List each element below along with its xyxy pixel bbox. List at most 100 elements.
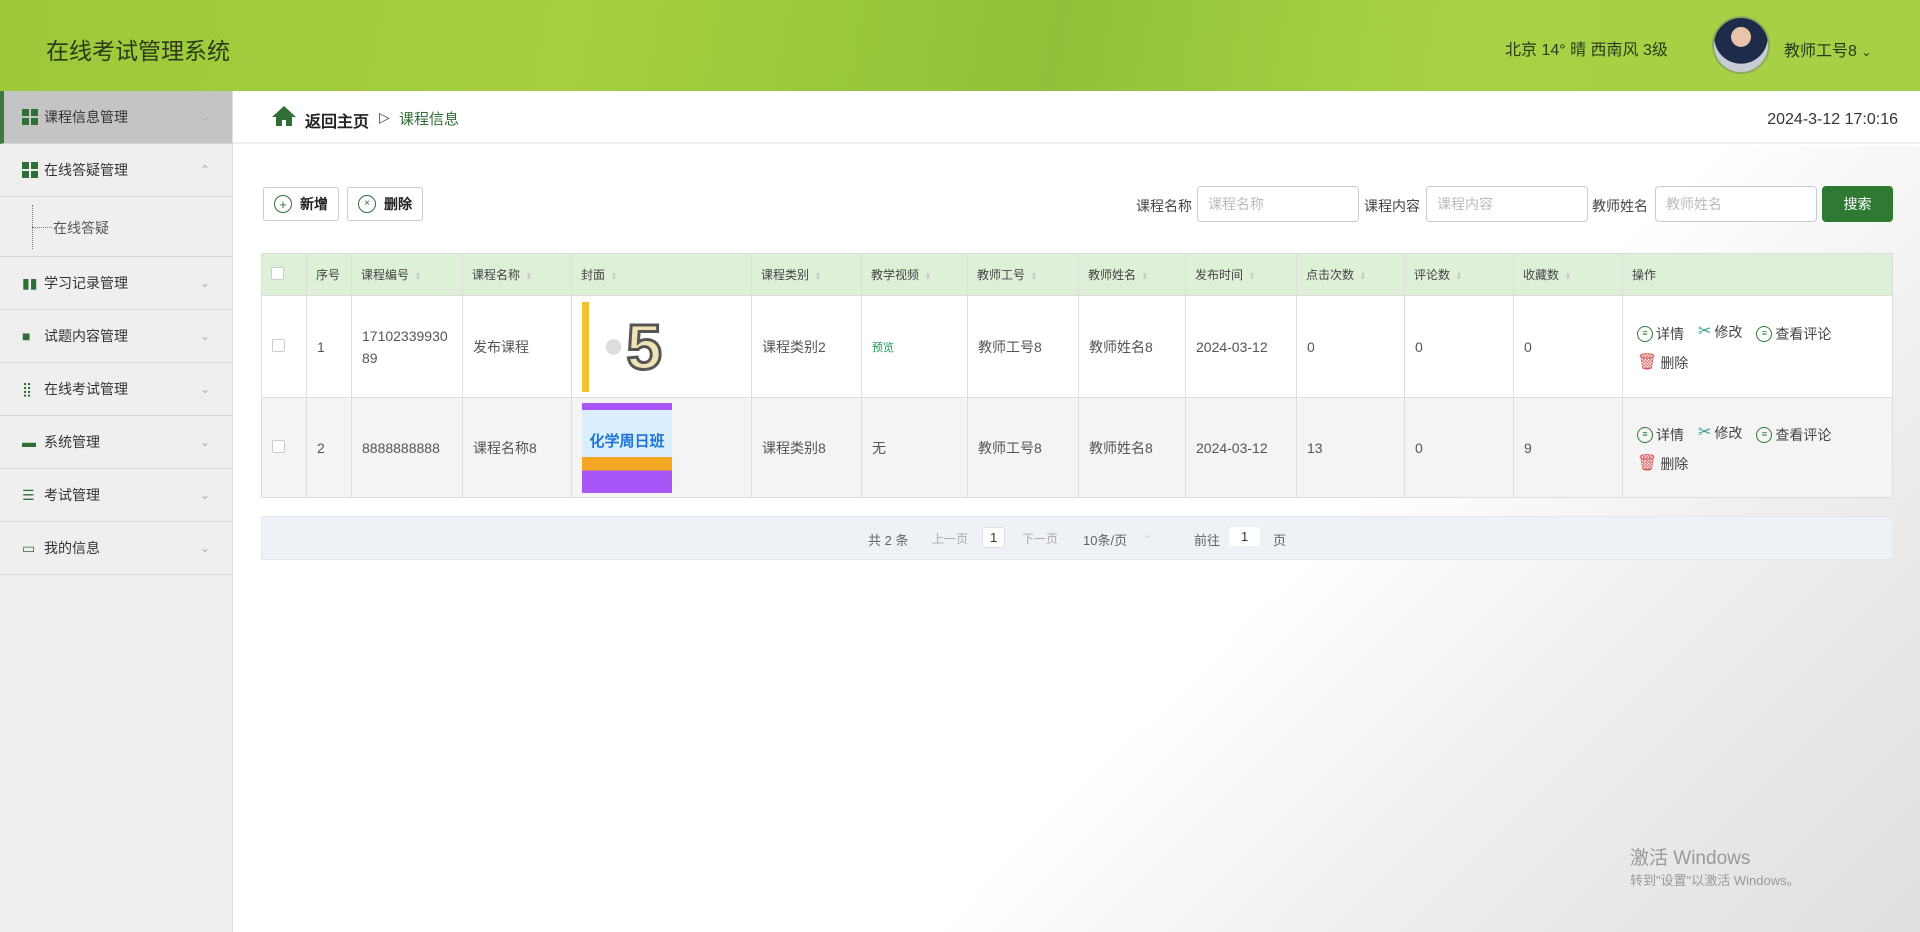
chevron-down-icon: ⌄ <box>1861 45 1872 59</box>
delete-button[interactable]: × 删除 <box>347 187 423 221</box>
cell-category: 课程类别2 <box>751 295 862 398</box>
row-delete-button[interactable]: 🗑 删除 <box>1637 450 1688 478</box>
briefcase-icon: ■ <box>22 328 31 344</box>
row-checkbox[interactable] <box>272 338 285 352</box>
sidebar-subitem-online-qa[interactable]: 在线答疑 <box>0 197 232 257</box>
col-date[interactable]: 发布时间 ⬍ <box>1185 253 1297 296</box>
view-comments-button[interactable]: ≡ 查看评论 <box>1756 320 1831 348</box>
sidebar-item-study-records[interactable]: ▮▮ 学习记录管理 ⌄ <box>0 257 232 310</box>
user-name: 教师工号8 <box>1784 43 1857 60</box>
grid-icon <box>22 109 38 125</box>
sidebar-item-system[interactable]: ▬ 系统管理 ⌄ <box>0 416 232 469</box>
chevron-down-icon: ⌄ <box>199 276 210 290</box>
chevron-down-icon: ⌄ <box>199 329 210 343</box>
cover-image[interactable]: 化学周日班 <box>582 402 672 493</box>
home-icon[interactable] <box>271 105 297 127</box>
detail-icon: ≡ <box>1637 325 1653 342</box>
cell-teacher-id: 教师工号8 <box>967 295 1079 398</box>
teacher-name-input[interactable] <box>1655 186 1817 222</box>
goto-page-input[interactable]: 1 <box>1229 527 1261 546</box>
col-name[interactable]: 课程名称 ⬍ <box>462 253 572 296</box>
comments-icon: ≡ <box>1756 325 1773 342</box>
breadcrumb-separator-icon: ▷ <box>379 109 390 125</box>
detail-button[interactable]: ≡ 详情 <box>1637 320 1684 348</box>
cover-image[interactable]: 5 <box>582 301 672 392</box>
sort-icon: ⬍ <box>610 271 618 281</box>
col-favorites[interactable]: 收藏数 ⬍ <box>1513 253 1623 296</box>
cell-favorites: 0 <box>1513 295 1623 398</box>
sidebar-item-label: 我的信息 <box>44 540 100 556</box>
sidebar-item-online-exam[interactable]: ⣿ 在线考试管理 ⌄ <box>0 363 232 416</box>
chevron-up-icon: ⌃ <box>199 163 210 177</box>
video-preview-link[interactable]: 预览 <box>872 342 894 354</box>
row-delete-button[interactable]: 🗑 删除 <box>1637 349 1688 377</box>
row-checkbox[interactable] <box>272 439 285 453</box>
teacher-name-label: 教师姓名 <box>1592 198 1648 214</box>
wrench-icon: ✂ <box>1698 423 1712 441</box>
table-row: 1 1710233993089 发布课程 5 课程类别2 预览 教师工号8 教师… <box>261 295 1893 398</box>
next-page-button[interactable]: 下一页 <box>1022 530 1058 547</box>
course-content-input[interactable] <box>1426 186 1588 222</box>
col-cover[interactable]: 封面 ⬍ <box>571 253 752 296</box>
sidebar-item-label: 系统管理 <box>44 434 100 450</box>
cell-index: 2 <box>306 397 352 498</box>
col-teacher-id[interactable]: 教师工号 ⬍ <box>967 253 1079 296</box>
sidebar-item-course-info[interactable]: 课程信息管理 ⌄ <box>0 91 232 144</box>
user-menu[interactable]: 教师工号8 ⌄ <box>1784 37 1871 61</box>
sidebar-item-exam[interactable]: ☰ 考试管理 ⌄ <box>0 469 232 522</box>
col-clicks[interactable]: 点击次数 ⬍ <box>1296 253 1405 296</box>
col-video[interactable]: 教学视频 ⬍ <box>861 253 968 296</box>
sort-icon: ⬍ <box>1141 271 1149 281</box>
breadcrumb-home-link[interactable]: 返回主页 <box>305 108 369 132</box>
windows-activation-watermark: 激活 Windows <box>1630 848 1751 869</box>
cell-category: 课程类别8 <box>751 397 862 498</box>
col-category[interactable]: 课程类别 ⬍ <box>751 253 862 296</box>
col-code[interactable]: 课程编号 ⬍ <box>351 253 463 296</box>
chevron-down-icon: ⌄ <box>199 435 210 449</box>
pagination: 共 2 条 上一页 1 下一页 10条/页 ⌄ 前往 1 页 <box>261 516 1893 560</box>
cell-date: 2024-03-12 <box>1185 397 1297 498</box>
sidebar-item-qa[interactable]: 在线答疑管理 ⌃ <box>0 144 232 197</box>
cell-date: 2024-03-12 <box>1185 295 1297 398</box>
apps-icon: ⣿ <box>22 381 33 397</box>
course-name-label: 课程名称 <box>1136 198 1192 214</box>
card-icon: ▭ <box>22 540 36 556</box>
cell-comments: 0 <box>1404 295 1514 398</box>
page-size-select[interactable]: 10条/页 <box>1083 530 1127 549</box>
sidebar: 课程信息管理 ⌄ 在线答疑管理 ⌃ 在线答疑 ▮▮ 学习记录管理 ⌄ ■ 试题内容管理 ⌄ … <box>0 91 233 932</box>
edit-button[interactable]: ✂ 修改 <box>1698 318 1742 346</box>
search-button[interactable]: 搜索 <box>1822 186 1893 222</box>
monitor-icon: ▬ <box>22 434 36 450</box>
course-table: 序号 课程编号 ⬍ 课程名称 ⬍ 封面 ⬍ 课程类别 ⬍ 教学视频 ⬍ 教师工号 ⬍ 教师姓… <box>261 253 1893 498</box>
course-name-input[interactable] <box>1197 186 1359 222</box>
view-comments-button[interactable]: ≡ 查看评论 <box>1756 421 1831 449</box>
col-comments[interactable]: 评论数 ⬍ <box>1404 253 1514 296</box>
add-button[interactable]: + 新增 <box>263 187 339 221</box>
page-number[interactable]: 1 <box>982 527 1006 548</box>
sidebar-item-questions[interactable]: ■ 试题内容管理 ⌄ <box>0 310 232 363</box>
sidebar-item-label: 课程信息管理 <box>44 109 128 125</box>
cell-video: 无 <box>861 397 968 498</box>
sort-icon: ⬍ <box>1564 271 1572 281</box>
chevron-down-icon: ⌄ <box>1143 530 1152 541</box>
avatar[interactable] <box>1712 16 1770 74</box>
edit-button[interactable]: ✂ 修改 <box>1698 419 1742 447</box>
close-circle-icon: × <box>358 195 376 213</box>
chevron-down-icon: ⌄ <box>199 488 210 502</box>
select-all-checkbox[interactable] <box>271 266 284 280</box>
sort-icon: ⬍ <box>1248 271 1256 281</box>
add-label: 新增 <box>300 196 328 212</box>
cell-name: 发布课程 <box>462 295 572 398</box>
detail-icon: ≡ <box>1637 426 1653 443</box>
menu-icon: ☰ <box>22 487 35 503</box>
sort-icon: ⬍ <box>924 271 932 281</box>
prev-page-button[interactable]: 上一页 <box>932 530 968 547</box>
sidebar-item-label: 在线答疑管理 <box>44 162 128 178</box>
breadcrumb: 返回主页 ▷ 课程信息 2024-3-12 17:0:16 <box>233 91 1920 144</box>
wrench-icon: ✂ <box>1698 322 1712 340</box>
sidebar-item-my-info[interactable]: ▭ 我的信息 ⌄ <box>0 522 232 575</box>
cell-clicks: 0 <box>1296 295 1405 398</box>
detail-button[interactable]: ≡ 详情 <box>1637 421 1684 449</box>
col-teacher-name[interactable]: 教师姓名 ⬍ <box>1078 253 1186 296</box>
sidebar-item-label: 考试管理 <box>44 487 100 503</box>
